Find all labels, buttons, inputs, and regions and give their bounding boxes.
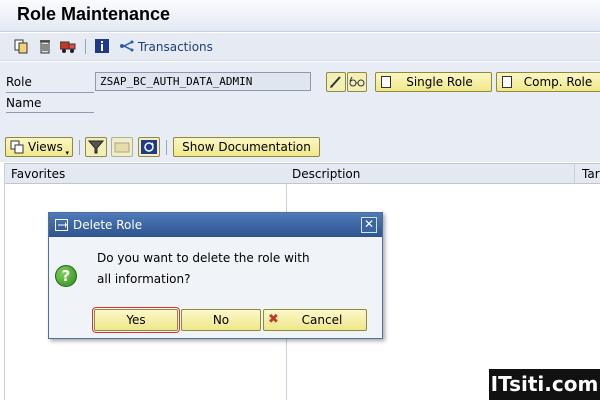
truck-icon[interactable] — [60, 38, 76, 54]
page-title: Role Maintenance — [17, 4, 171, 24]
column-header-target[interactable]: Tar — [582, 167, 600, 181]
role-input[interactable]: ZSAP_BC_AUTH_DATA_ADMIN — [95, 72, 311, 91]
views-label: Views — [28, 140, 63, 154]
site-watermark: ITsiti.com — [489, 369, 600, 400]
show-documentation-button[interactable]: Show Documentation — [173, 137, 320, 157]
name-label: Name — [6, 96, 42, 110]
display-glasses-button[interactable] — [347, 72, 367, 92]
folder-icon — [114, 142, 130, 153]
application-toolbar: Transactions — [0, 33, 600, 61]
refresh-icon — [141, 140, 157, 154]
comp-role-label: Comp. Role — [523, 75, 593, 89]
copy-icon[interactable] — [13, 38, 29, 54]
views-dropdown-button[interactable]: Views ▾ — [5, 137, 73, 157]
edit-pencil-button[interactable] — [326, 72, 346, 92]
filter-icon — [87, 140, 105, 154]
cancel-label: Cancel — [301, 313, 343, 327]
delete-role-dialog: Delete Role ✕ ? Do you want to delete th… — [48, 212, 383, 339]
transactions-icon[interactable] — [119, 38, 135, 54]
views-icon — [10, 140, 24, 154]
dialog-title: Delete Role — [73, 218, 143, 232]
pencil-icon — [330, 76, 341, 88]
info-icon[interactable] — [94, 38, 110, 54]
filter-button[interactable] — [85, 137, 107, 157]
single-role-label: Single Role — [406, 75, 473, 89]
question-icon: ? — [55, 265, 77, 287]
column-divider — [574, 163, 575, 184]
dialog-title-bar[interactable]: Delete Role ✕ — [49, 213, 382, 237]
toolbar-separator — [85, 39, 86, 54]
transactions-link[interactable]: Transactions — [138, 40, 213, 54]
role-label: Role — [6, 75, 32, 89]
column-header-description[interactable]: Description — [292, 167, 360, 181]
toolbar-separator — [166, 140, 167, 155]
dialog-message-line2: all information? — [97, 272, 191, 286]
title-bar: Role Maintenance — [0, 0, 600, 32]
yes-button[interactable]: Yes — [92, 307, 180, 333]
close-icon[interactable]: ✕ — [361, 217, 377, 233]
favorites-table-header: Favorites Description Tar — [4, 163, 600, 184]
refresh-button[interactable] — [138, 137, 160, 157]
cancel-button[interactable]: ✖ Cancel — [263, 309, 367, 331]
column-header-favorites[interactable]: Favorites — [11, 167, 65, 181]
document-icon — [381, 76, 391, 88]
dropdown-arrow-icon: ▾ — [65, 149, 69, 157]
folder-button[interactable] — [111, 137, 133, 157]
document-icon — [502, 76, 512, 88]
cancel-x-icon: ✖ — [268, 312, 279, 327]
comp-role-button[interactable]: Comp. Role — [496, 72, 600, 92]
single-role-button[interactable]: Single Role — [375, 72, 492, 92]
dialog-message-line1: Do you want to delete the role with — [97, 251, 310, 265]
name-label-underline — [6, 112, 94, 113]
trash-icon[interactable] — [37, 38, 53, 54]
dialog-window-icon — [55, 219, 68, 231]
no-button[interactable]: No — [181, 309, 261, 331]
table-left-border — [4, 163, 5, 400]
role-form: Role ZSAP_BC_AUTH_DATA_ADMIN Name Single… — [0, 62, 600, 162]
toolbar-separator — [79, 140, 80, 155]
glasses-icon — [349, 76, 365, 87]
role-label-underline — [6, 92, 94, 93]
